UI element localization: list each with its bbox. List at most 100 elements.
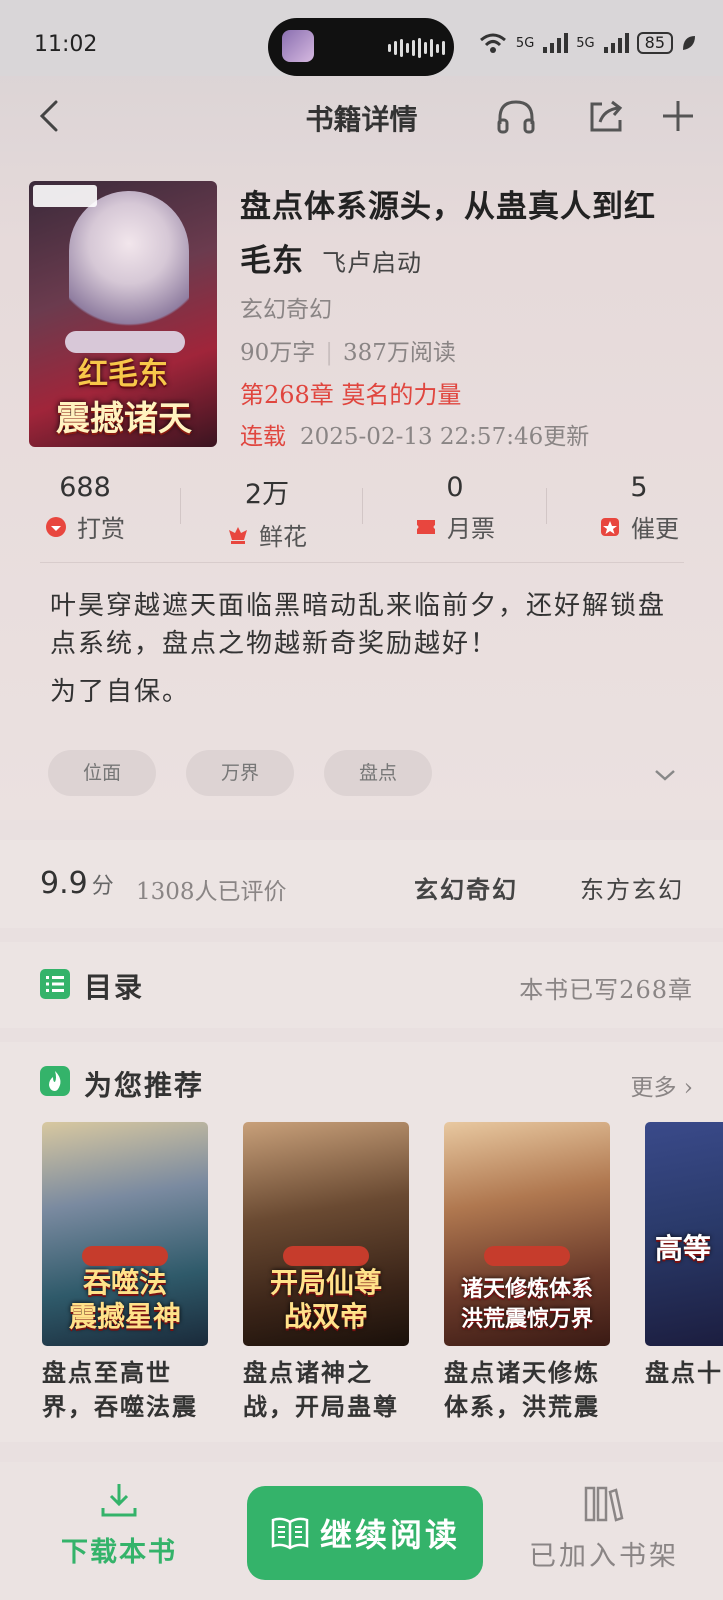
urge-icon — [599, 516, 621, 538]
flame-icon — [40, 1066, 70, 1096]
cover-illustration — [69, 191, 189, 341]
ticket-label: 月票 — [447, 515, 495, 543]
stat-divider — [546, 488, 547, 524]
status-bar: 11:02 5G 5G 85 — [0, 0, 723, 76]
signal-icon — [543, 33, 569, 53]
cover-text: 诸天修炼体系 洪荒震惊万界 — [460, 1276, 593, 1332]
recommend-cover: 吞噬法 震撼星神 — [42, 1122, 208, 1346]
chevron-down-icon — [655, 770, 675, 781]
recommend-section: 为您推荐 更多 › 吞噬法 震撼星神 盘点至高世界，吞噬法震 开局仙尊 战双帝 … — [0, 1042, 723, 1442]
bottom-action-bar: 下载本书 继续阅读 已加入书架 — [0, 1462, 723, 1600]
tag-chip[interactable]: 万界 — [186, 750, 294, 796]
urge-label: 催更 — [631, 515, 679, 543]
book-author[interactable]: 飞卢启动 — [322, 249, 422, 277]
reward-label: 打赏 — [77, 515, 125, 543]
latest-chapter-link[interactable]: 第268章 莫名的力量 — [240, 375, 461, 410]
recommend-book[interactable]: 开局仙尊 战双帝 盘点诸神之战，开局蛊尊 — [243, 1122, 409, 1426]
stat-ticket[interactable]: 0 月票 — [370, 472, 540, 544]
score-value: 9.9 — [40, 866, 88, 901]
recommend-title: 为您推荐 — [84, 1069, 205, 1102]
continue-reading-button[interactable]: 继续阅读 — [247, 1486, 483, 1580]
cover-badge — [82, 1246, 168, 1266]
download-label: 下载本书 — [61, 1537, 177, 1568]
score-unit: 分 — [91, 874, 114, 899]
headphones-icon — [497, 100, 535, 134]
more-link[interactable]: 更多 › — [630, 1068, 693, 1102]
wifi-icon — [479, 33, 506, 53]
toc-title: 目录 — [84, 971, 145, 1004]
cover-badge — [484, 1246, 570, 1266]
stat-flower[interactable]: 2万 鲜花 — [182, 472, 352, 552]
book-title-block: 盘点体系源头，从蛊真人到红毛东 飞卢启动 — [240, 180, 670, 290]
stat-urge[interactable]: 5 催更 — [554, 472, 723, 544]
read-count: 387万阅读 — [343, 340, 456, 366]
table-of-contents-row[interactable]: 目录 本书已写268章 — [0, 942, 723, 1028]
publisher-logo — [33, 185, 97, 207]
subcategory-link[interactable]: 东方玄幻 — [580, 870, 684, 905]
category-link[interactable]: 玄幻奇幻 — [414, 870, 518, 905]
flower-icon — [227, 524, 249, 546]
recommend-book-title: 盘点诸天修炼体系，洪荒震 — [444, 1358, 600, 1421]
clock: 11:02 — [34, 32, 98, 57]
recommend-book[interactable]: 诸天修炼体系 洪荒震惊万界 盘点诸天修炼体系，洪荒震 — [444, 1122, 610, 1426]
tag-list: 位面 万界 盘点 — [48, 750, 432, 796]
expand-button[interactable] — [653, 765, 677, 785]
reward-icon — [45, 516, 67, 538]
book-genre: 玄幻奇幻 — [240, 297, 332, 323]
list-icon — [40, 969, 70, 999]
stat-divider — [180, 488, 181, 524]
listen-button[interactable] — [494, 94, 538, 138]
tag-chip[interactable]: 位面 — [48, 750, 156, 796]
continue-reading-label: 继续阅读 — [319, 1516, 460, 1554]
book-open-icon — [271, 1517, 309, 1550]
status-icons: 5G 5G 85 — [478, 32, 697, 54]
signal-icon-2 — [603, 33, 629, 53]
word-count: 90万字 — [240, 340, 316, 366]
recommend-book[interactable]: 高等 盘点十洪荒， — [645, 1122, 723, 1426]
chapter-count: 本书已写268章 — [519, 976, 693, 1004]
divider: | — [325, 340, 334, 366]
book-title: 盘点体系源头，从蛊真人到红毛东 — [240, 189, 656, 279]
share-button[interactable] — [584, 94, 628, 138]
serial-status: 连载 — [240, 424, 286, 450]
update-info: 连载 2025-02-13 22:57:46更新 — [240, 417, 589, 451]
tag-chip[interactable]: 盘点 — [324, 750, 432, 796]
plus-icon — [663, 101, 693, 131]
cover-badge — [283, 1246, 369, 1266]
audio-wave-icon — [388, 38, 445, 58]
score: 9.9 分 — [40, 866, 114, 901]
signal-label-1: 5G — [515, 35, 535, 51]
recommend-cover: 开局仙尊 战双帝 — [243, 1122, 409, 1346]
cover-text: 吞噬法 震撼星神 — [68, 1266, 181, 1333]
bookshelf-button[interactable]: 已加入书架 — [524, 1462, 684, 1573]
cover-text: 高等 — [655, 1232, 712, 1265]
share-icon — [590, 100, 623, 132]
book-synopsis[interactable]: 叶昊穿越遮天面临黑暗动乱来临前夕，还好解锁盘点系统，盘点之物越新奇奖励越好！ 为… — [50, 587, 680, 711]
cover-title-1: 红毛东 — [78, 357, 168, 392]
urge-count: 5 — [630, 472, 648, 503]
flower-label: 鲜花 — [259, 523, 307, 551]
dynamic-island[interactable] — [268, 18, 454, 76]
recommend-cover: 诸天修炼体系 洪荒震惊万界 — [444, 1122, 610, 1346]
add-button[interactable] — [656, 94, 700, 138]
rating-card[interactable]: 9.9 分 1308人已评价 玄幻奇幻 东方玄幻 — [0, 840, 723, 928]
book-stats: 90万字 | 387万阅读 — [240, 333, 456, 367]
synopsis-line-1: 叶昊穿越遮天面临黑暗动乱来临前夕，还好解锁盘点系统，盘点之物越新奇奖励越好！ — [50, 591, 667, 659]
media-thumbnail — [282, 30, 314, 62]
cover-title-2: 震撼诸天 — [56, 399, 192, 439]
download-button[interactable]: 下载本书 — [54, 1462, 184, 1569]
nav-bar: 书籍详情 — [0, 76, 723, 156]
recommend-book-title: 盘点诸神之战，开局蛊尊 — [243, 1358, 399, 1421]
more-label: 更多 — [630, 1075, 677, 1101]
bookshelf-label: 已加入书架 — [529, 1541, 679, 1572]
section-divider — [40, 562, 684, 563]
recommend-book-title: 盘点十洪荒， — [645, 1358, 723, 1387]
stat-reward[interactable]: 688 打赏 — [0, 472, 170, 544]
book-cover[interactable]: 红毛东 震撼诸天 — [29, 181, 217, 447]
chevron-right-icon: › — [683, 1075, 693, 1101]
reward-count: 688 — [59, 472, 111, 503]
bookshelf-icon — [582, 1484, 626, 1524]
review-count: 1308人已评价 — [136, 879, 287, 905]
recommend-book[interactable]: 吞噬法 震撼星神 盘点至高世界，吞噬法震 — [42, 1122, 208, 1426]
update-time: 2025-02-13 22:57:46更新 — [300, 424, 590, 450]
